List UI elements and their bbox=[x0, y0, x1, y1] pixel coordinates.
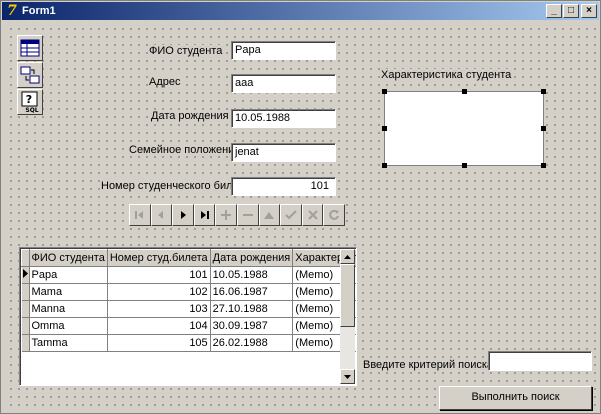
selection-handle[interactable] bbox=[382, 126, 387, 131]
birth-date-label: Дата рождения bbox=[150, 110, 230, 122]
table-row[interactable]: Mama 102 16.06.1987 (Memo) bbox=[21, 283, 356, 301]
characteristic-memo[interactable] bbox=[384, 91, 544, 166]
sql-query-icon[interactable]: ? SQL bbox=[17, 89, 43, 115]
prior-record-icon bbox=[158, 211, 164, 219]
table-row[interactable]: Manna 103 27.10.1988 (Memo) bbox=[21, 300, 356, 318]
fio-label: ФИО студента bbox=[148, 45, 224, 57]
grid-cell[interactable]: 101 bbox=[107, 266, 211, 284]
nav-post-button[interactable] bbox=[280, 204, 302, 226]
search-input[interactable] bbox=[488, 351, 592, 371]
students-table: ФИО студента Номер студ.билета Дата рожд… bbox=[21, 249, 356, 352]
grid-cell[interactable]: 102 bbox=[107, 283, 211, 301]
address-input[interactable]: aaa bbox=[231, 74, 336, 93]
grid-cell[interactable]: 104 bbox=[107, 317, 211, 335]
grid-cell[interactable]: Papa bbox=[29, 266, 108, 284]
table-icon[interactable] bbox=[17, 35, 43, 61]
selection-handle[interactable] bbox=[382, 163, 387, 168]
search-criteria-label: Введите критерий поиска bbox=[362, 359, 495, 371]
selection-handle[interactable] bbox=[541, 163, 546, 168]
import-export-icon[interactable] bbox=[17, 62, 43, 88]
row-indicator bbox=[21, 334, 30, 352]
grid-cell[interactable]: 26.02.1988 bbox=[210, 334, 294, 352]
marital-status-label: Семейное положение bbox=[128, 144, 242, 156]
selection-handle[interactable] bbox=[541, 89, 546, 94]
table-row[interactable]: Omma 104 30.09.1987 (Memo) bbox=[21, 317, 356, 335]
svg-text:SQL: SQL bbox=[25, 107, 38, 114]
selection-handle[interactable] bbox=[541, 126, 546, 131]
refresh-icon bbox=[329, 209, 340, 220]
grid-cell[interactable]: Manna bbox=[29, 300, 108, 318]
row-indicator bbox=[21, 317, 30, 335]
birth-date-input[interactable]: 10.05.1988 bbox=[231, 109, 336, 128]
row-indicator bbox=[21, 300, 30, 318]
fio-input[interactable]: Papa bbox=[231, 41, 336, 60]
window-title: Form1 bbox=[22, 5, 56, 17]
grid-cell[interactable]: Omma bbox=[29, 317, 108, 335]
grid-cell[interactable]: Mama bbox=[29, 283, 108, 301]
nav-next-button[interactable] bbox=[172, 204, 194, 226]
current-row-indicator-icon bbox=[21, 266, 30, 284]
nav-delete-button[interactable] bbox=[236, 204, 259, 226]
nav-insert-button[interactable] bbox=[215, 204, 237, 226]
next-record-icon bbox=[180, 211, 186, 219]
grid-cell[interactable]: 103 bbox=[107, 300, 211, 318]
table-row[interactable]: Tamma 105 26.02.1988 (Memo) bbox=[21, 334, 356, 352]
scroll-thumb[interactable] bbox=[340, 264, 355, 327]
edit-triangle-icon bbox=[264, 212, 275, 219]
nav-edit-button[interactable] bbox=[258, 204, 281, 226]
student-card-input[interactable]: 101 bbox=[231, 177, 336, 196]
arrow-up-icon bbox=[344, 254, 351, 259]
svg-text:?: ? bbox=[26, 93, 32, 106]
search-button[interactable]: Выполнить поиск bbox=[439, 386, 592, 410]
first-record-icon bbox=[134, 211, 143, 219]
minimize-button[interactable]: _ bbox=[546, 4, 562, 18]
form-client-area: ? SQL ФИО студента Papa Адрес aaa Дата р… bbox=[5, 23, 598, 412]
address-label: Адрес bbox=[148, 76, 182, 88]
selection-handle[interactable] bbox=[382, 89, 387, 94]
row-indicator bbox=[21, 283, 30, 301]
scroll-down-button[interactable] bbox=[340, 369, 355, 384]
plus-icon bbox=[221, 210, 232, 220]
table-header-row: ФИО студента Номер студ.билета Дата рожд… bbox=[21, 249, 356, 267]
nav-refresh-button[interactable] bbox=[323, 204, 345, 226]
table-row[interactable]: Papa 101 10.05.1988 (Memo) bbox=[21, 266, 356, 284]
close-button[interactable]: × bbox=[581, 4, 597, 18]
minus-icon bbox=[242, 214, 253, 216]
main-window: 7 Form1 _ □ × ? SQL ФИО студента Papa Ад… bbox=[0, 0, 601, 414]
grid-cell[interactable]: 16.06.1987 bbox=[210, 283, 294, 301]
nav-last-button[interactable] bbox=[193, 204, 216, 226]
grid-cell[interactable]: Tamma bbox=[29, 334, 108, 352]
nav-first-button[interactable] bbox=[129, 204, 151, 226]
student-card-label: Номер студенческого билета bbox=[100, 180, 251, 192]
selection-handle[interactable] bbox=[462, 89, 467, 94]
maximize-button[interactable]: □ bbox=[563, 4, 579, 18]
grid-cell[interactable]: 105 bbox=[107, 334, 211, 352]
grid-vertical-scrollbar[interactable] bbox=[340, 249, 355, 384]
delphi-app-icon: 7 bbox=[7, 3, 17, 19]
last-record-icon bbox=[200, 211, 209, 219]
cancel-x-icon bbox=[307, 210, 318, 220]
db-navigator bbox=[129, 204, 345, 226]
grid-cell[interactable]: 30.09.1987 bbox=[210, 317, 294, 335]
column-header[interactable]: Дата рождения bbox=[209, 249, 294, 267]
grid-cell[interactable]: 27.10.1988 bbox=[210, 300, 294, 318]
scroll-up-button[interactable] bbox=[340, 249, 355, 264]
nav-prior-button[interactable] bbox=[150, 204, 173, 226]
nav-cancel-button[interactable] bbox=[301, 204, 324, 226]
grid-cell[interactable]: 10.05.1988 bbox=[210, 266, 294, 284]
title-bar[interactable]: 7 Form1 _ □ × bbox=[2, 2, 599, 20]
arrow-down-icon bbox=[344, 374, 351, 379]
row-indicator-header bbox=[21, 249, 30, 267]
selection-handle[interactable] bbox=[462, 163, 467, 168]
column-header[interactable]: Номер студ.билета bbox=[106, 249, 211, 267]
marital-status-input[interactable]: jenat bbox=[231, 143, 336, 162]
memo-label: Характеристика студента bbox=[380, 69, 513, 81]
students-grid[interactable]: ФИО студента Номер студ.билета Дата рожд… bbox=[19, 247, 357, 386]
check-icon bbox=[285, 210, 297, 220]
column-header[interactable]: ФИО студента bbox=[28, 249, 108, 267]
